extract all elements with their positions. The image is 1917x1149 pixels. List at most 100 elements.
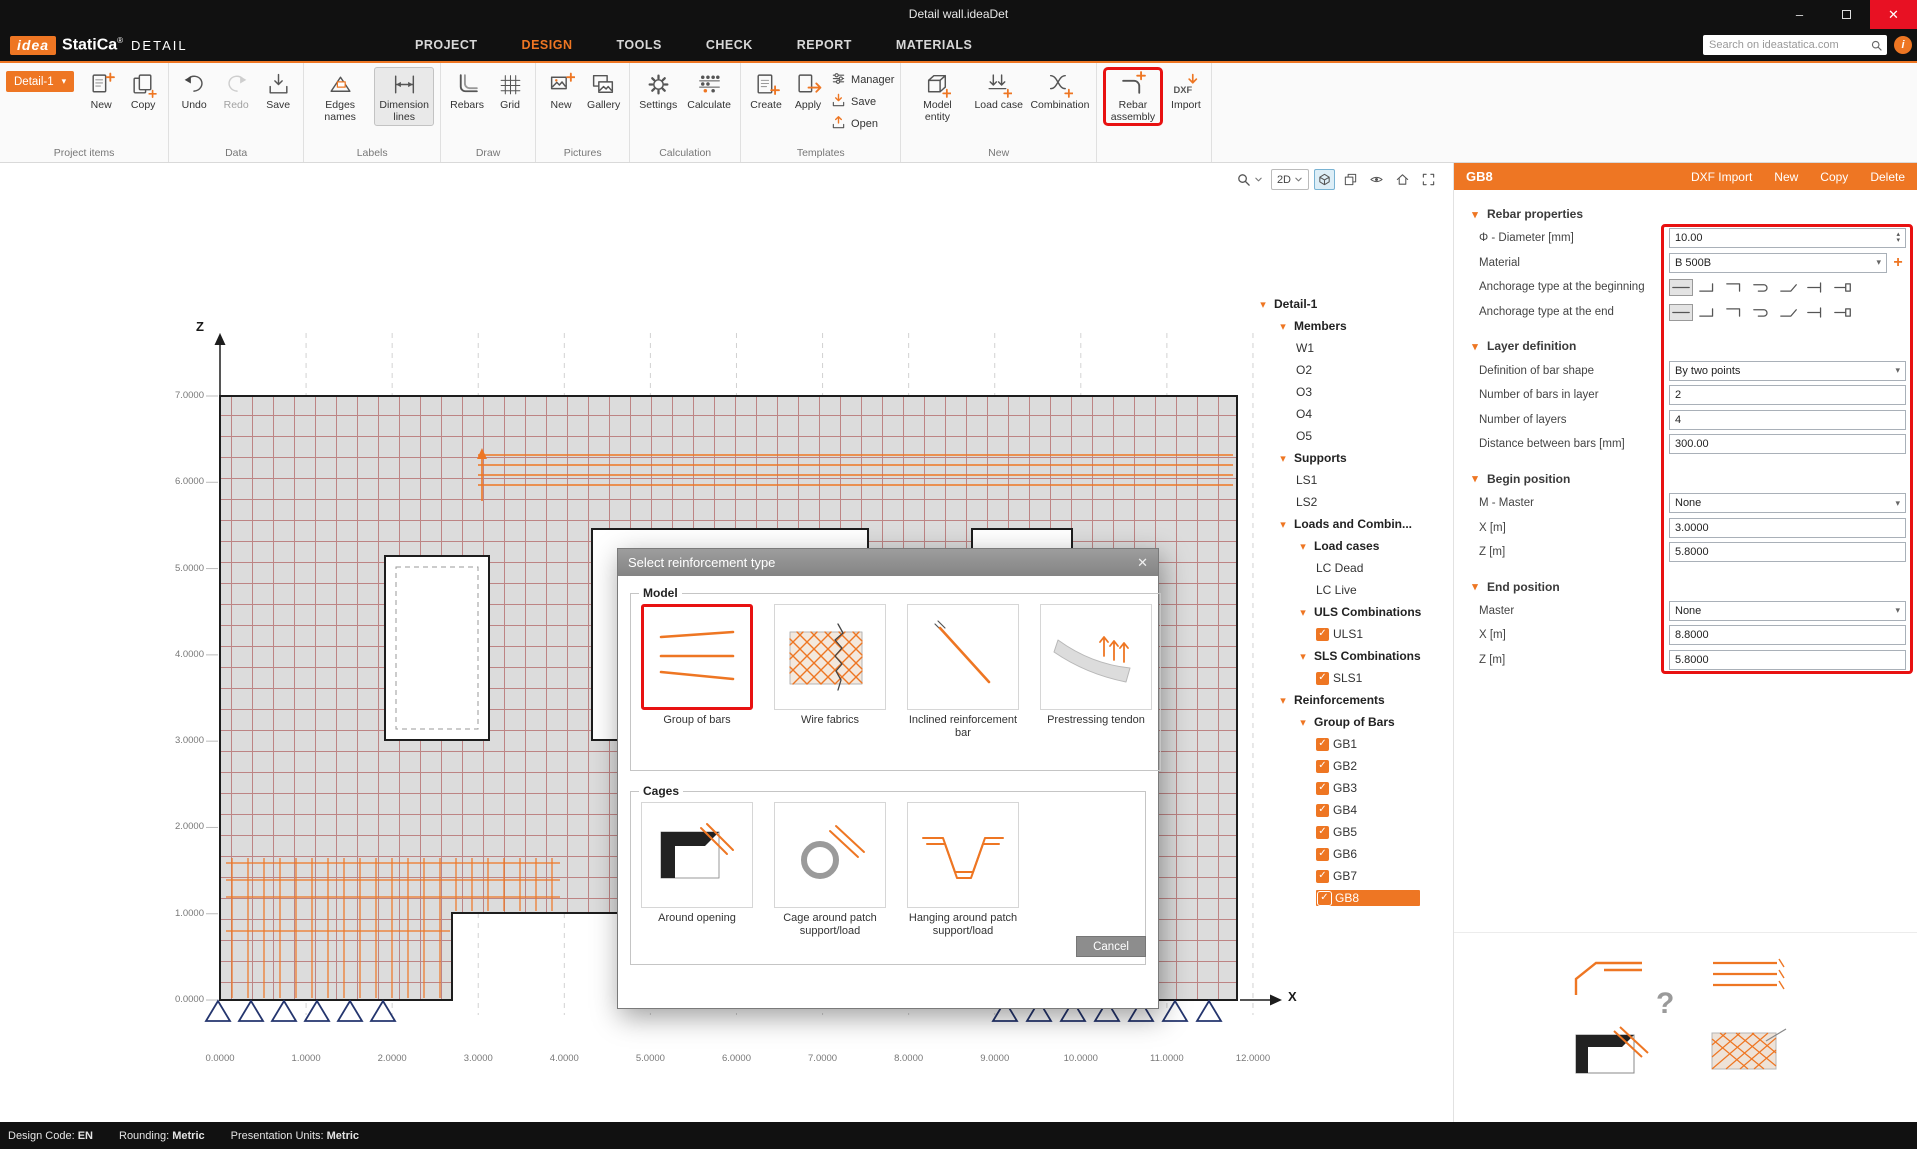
chevron-down-icon[interactable]: ▾ xyxy=(1276,320,1290,333)
tile-wire-fabrics[interactable]: Wire fabrics xyxy=(774,604,886,740)
ribbon-button-new[interactable]: New xyxy=(82,67,120,114)
spinner-icon[interactable]: ▴▾ xyxy=(1896,232,1900,244)
tree-item-ls1[interactable]: LS1 xyxy=(1256,469,1452,491)
select-material[interactable]: B 500B▾ xyxy=(1669,253,1887,273)
anchorage-hook-up-button[interactable] xyxy=(1696,279,1720,296)
ribbon-button-save[interactable]: Save xyxy=(831,93,894,111)
input-number-of-bars-in-layer[interactable]: 2 xyxy=(1669,385,1906,405)
tree-item-gb8[interactable]: ✓GB8 xyxy=(1256,887,1452,909)
ribbon-button-gallery[interactable]: Gallery xyxy=(584,67,623,114)
view-home[interactable] xyxy=(1392,169,1413,190)
header-action-dxf-import[interactable]: DXF Import xyxy=(1691,170,1752,184)
view-visibility[interactable] xyxy=(1366,169,1387,190)
checkbox-checked-icon[interactable]: ✓ xyxy=(1316,848,1329,861)
anchorage-plate-button[interactable] xyxy=(1831,304,1855,321)
ribbon-button-copy[interactable]: Copy xyxy=(124,67,162,114)
ribbon-button-undo[interactable]: Undo xyxy=(175,67,213,114)
tree-item-uls1[interactable]: ✓ULS1 xyxy=(1256,623,1452,645)
ribbon-button-settings[interactable]: Settings xyxy=(636,67,680,114)
tile-hanging-around-patch-support-load[interactable]: Hanging around patch support/load xyxy=(907,802,1019,938)
tree-item-lc-live[interactable]: LC Live xyxy=(1256,579,1452,601)
ribbon-button-model-entity[interactable]: Model entity xyxy=(907,67,967,126)
chevron-down-icon[interactable]: ▾ xyxy=(1296,540,1310,553)
tree-item-ls2[interactable]: LS2 xyxy=(1256,491,1452,513)
ribbon-button-rebars[interactable]: Rebars xyxy=(447,67,487,114)
menu-tools[interactable]: TOOLS xyxy=(616,38,661,52)
tree-item-uls-combinations[interactable]: ▾ULS Combinations xyxy=(1256,601,1452,623)
view-mode-select[interactable]: 2D xyxy=(1271,169,1309,190)
anchorage-straight-button[interactable] xyxy=(1669,279,1693,296)
chevron-down-icon[interactable]: ▾ xyxy=(1276,452,1290,465)
select-master[interactable]: None▾ xyxy=(1669,601,1906,621)
input-number-of-layers[interactable]: 4 xyxy=(1669,410,1906,430)
input-z-m[interactable]: 5.8000 xyxy=(1669,650,1906,670)
chevron-down-icon[interactable]: ▾ xyxy=(1296,716,1310,729)
input-x-m[interactable]: 8.8000 xyxy=(1669,625,1906,645)
chevron-down-icon[interactable]: ▾ xyxy=(1276,694,1290,707)
input-x-m[interactable]: 3.0000 xyxy=(1669,518,1906,538)
tree-item-sls1[interactable]: ✓SLS1 xyxy=(1256,667,1452,689)
tile-around-opening[interactable]: Around opening xyxy=(641,802,753,938)
menu-report[interactable]: REPORT xyxy=(797,38,852,52)
checkbox-checked-icon[interactable]: ✓ xyxy=(1316,760,1329,773)
anchorage-loop-button[interactable] xyxy=(1750,304,1774,321)
view-axonometry[interactable] xyxy=(1314,169,1335,190)
checkbox-checked-icon[interactable]: ✓ xyxy=(1316,628,1329,641)
anchorage-plate-button[interactable] xyxy=(1831,279,1855,296)
tree-item-gb7[interactable]: ✓GB7 xyxy=(1256,865,1452,887)
select-definition-of-bar-shape[interactable]: By two points▾ xyxy=(1669,361,1906,381)
header-action-copy[interactable]: Copy xyxy=(1820,170,1848,184)
tree-item-group-of-bars[interactable]: ▾Group of Bars xyxy=(1256,711,1452,733)
ribbon-button-new[interactable]: New xyxy=(542,67,580,114)
add-material-button[interactable]: + xyxy=(1890,254,1906,272)
anchorage-straight-button[interactable] xyxy=(1669,304,1693,321)
tree-item-sls-combinations[interactable]: ▾SLS Combinations xyxy=(1256,645,1452,667)
tree-item-gb4[interactable]: ✓GB4 xyxy=(1256,799,1452,821)
ribbon-button-edges-names[interactable]: Edges names xyxy=(310,67,370,126)
tree-item-gb5[interactable]: ✓GB5 xyxy=(1256,821,1452,843)
checkbox-checked-icon[interactable]: ✓ xyxy=(1316,782,1329,795)
header-action-new[interactable]: New xyxy=(1774,170,1798,184)
tree-item-w1[interactable]: W1 xyxy=(1256,337,1452,359)
section-begin-position[interactable]: ▾Begin position xyxy=(1468,467,1917,491)
ribbon-button-import[interactable]: DXFImport xyxy=(1167,67,1205,114)
info-icon[interactable]: i xyxy=(1894,36,1912,54)
zoom-menu[interactable] xyxy=(1233,169,1266,190)
dialog-close-icon[interactable]: ✕ xyxy=(1137,555,1148,571)
tree-item-gb2[interactable]: ✓GB2 xyxy=(1256,755,1452,777)
ribbon-button-redo[interactable]: Redo xyxy=(217,67,255,114)
tile-group-of-bars[interactable]: Group of bars xyxy=(641,604,753,740)
tree-item-o4[interactable]: O4 xyxy=(1256,403,1452,425)
section-end-position[interactable]: ▾End position xyxy=(1468,575,1917,599)
minimize-button[interactable]: – xyxy=(1776,0,1823,29)
dialog-titlebar[interactable]: Select reinforcement type ✕ xyxy=(618,549,1158,576)
tree-item-load-cases[interactable]: ▾Load cases xyxy=(1256,535,1452,557)
tree-item-o3[interactable]: O3 xyxy=(1256,381,1452,403)
checkbox-checked-icon[interactable]: ✓ xyxy=(1316,672,1329,685)
input-z-m[interactable]: 5.8000 xyxy=(1669,542,1906,562)
tree-item-detail-1[interactable]: ▾Detail-1 xyxy=(1256,293,1452,315)
ribbon-button-calculate[interactable]: Calculate xyxy=(684,67,734,114)
menu-design[interactable]: DESIGN xyxy=(522,38,573,52)
checkbox-checked-icon[interactable]: ✓ xyxy=(1318,892,1331,905)
checkbox-checked-icon[interactable]: ✓ xyxy=(1316,738,1329,751)
ribbon-button-load-case[interactable]: Load case xyxy=(971,67,1025,114)
tree-item-reinforcements[interactable]: ▾Reinforcements xyxy=(1256,689,1452,711)
tree-item-o2[interactable]: O2 xyxy=(1256,359,1452,381)
cancel-button[interactable]: Cancel xyxy=(1076,936,1146,957)
anchorage-hook-up-button[interactable] xyxy=(1696,304,1720,321)
view-fullscreen[interactable] xyxy=(1418,169,1439,190)
ribbon-button-create[interactable]: Create xyxy=(747,67,785,114)
anchorage-loop-button[interactable] xyxy=(1750,279,1774,296)
tree-item-members[interactable]: ▾Members xyxy=(1256,315,1452,337)
input-diameter-mm[interactable]: 10.00▴▾ xyxy=(1669,228,1906,248)
tree-item-gb3[interactable]: ✓GB3 xyxy=(1256,777,1452,799)
anchorage-perpendicular-button[interactable] xyxy=(1804,279,1828,296)
close-button[interactable]: ✕ xyxy=(1870,0,1917,29)
chevron-down-icon[interactable]: ▾ xyxy=(1296,650,1310,663)
chevron-down-icon[interactable]: ▾ xyxy=(1276,518,1290,531)
ribbon-button-combination[interactable]: Combination xyxy=(1030,67,1090,114)
tile-cage-around-patch-support-load[interactable]: Cage around patch support/load xyxy=(774,802,886,938)
section-rebar-properties[interactable]: ▾Rebar properties xyxy=(1468,202,1917,226)
anchorage-hook-down-button[interactable] xyxy=(1723,304,1747,321)
